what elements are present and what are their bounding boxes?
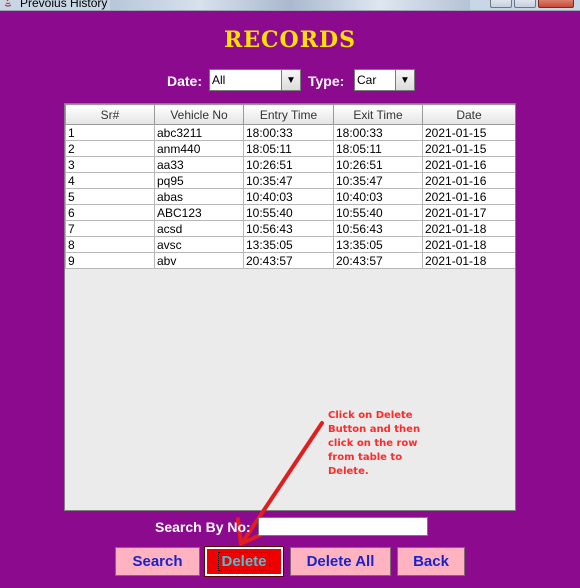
table-cell: 6 <box>65 204 155 221</box>
table-cell: 2021-01-18 <box>422 236 515 253</box>
close-button[interactable] <box>538 0 574 8</box>
search-by-no-label: Search By No: <box>155 519 251 535</box>
table-cell: aa33 <box>154 156 244 173</box>
table-cell: 13:35:05 <box>333 236 423 253</box>
title-bar-background <box>110 0 470 10</box>
delete-button[interactable]: Delete <box>204 546 284 577</box>
delete-button-label: Delete <box>218 552 270 571</box>
table-cell: abc3211 <box>154 124 244 141</box>
table-cell: 10:40:03 <box>243 188 334 205</box>
window-controls <box>490 0 574 8</box>
column-header-vehicle-no[interactable]: Vehicle No <box>154 104 244 125</box>
table-cell: 10:35:47 <box>333 172 423 189</box>
table-cell: abv <box>154 252 244 269</box>
delete-all-button[interactable]: Delete All <box>290 547 391 576</box>
column-header-entry-time[interactable]: Entry Time <box>243 104 334 125</box>
table-cell: 18:00:33 <box>243 124 334 141</box>
search-by-no-input[interactable] <box>258 517 428 536</box>
column-header-exit-time[interactable]: Exit Time <box>333 104 423 125</box>
table-cell: 10:56:43 <box>333 220 423 237</box>
table-cell: 13:35:05 <box>243 236 334 253</box>
table-cell: 5 <box>65 188 155 205</box>
table-cell: 2021-01-18 <box>422 252 515 269</box>
table-row[interactable]: 3 aa33 10:26:51 10:26:51 2021-01-16 <box>65 156 515 173</box>
date-filter-value: All <box>212 73 226 87</box>
table-row[interactable]: 2 anm440 18:05:11 18:05:11 2021-01-15 <box>65 140 515 157</box>
table-cell: 20:43:57 <box>243 252 334 269</box>
table-cell: 1 <box>65 124 155 141</box>
table-cell: 7 <box>65 220 155 237</box>
table-cell: 10:55:40 <box>333 204 423 221</box>
chevron-down-icon[interactable]: ▼ <box>395 70 414 90</box>
table-row[interactable]: 5 abas 10:40:03 10:40:03 2021-01-16 <box>65 188 515 205</box>
date-filter-select[interactable]: All ▼ <box>209 69 301 91</box>
table-row[interactable]: 6 ABC123 10:55:40 10:55:40 2021-01-17 <box>65 204 515 221</box>
title-bar: Prevoius History <box>0 0 580 11</box>
table-row[interactable]: 1 abc3211 18:00:33 18:00:33 2021-01-15 <box>65 124 515 141</box>
records-table-container[interactable]: Sr# Vehicle No Entry Time Exit Time Date… <box>64 103 516 511</box>
instruction-annotation: Click on Delete Button and then click on… <box>328 410 421 477</box>
maximize-button[interactable] <box>514 0 536 8</box>
date-filter-label: Date: <box>167 73 203 89</box>
table-cell: 18:05:11 <box>243 140 334 157</box>
table-cell: abas <box>154 188 244 205</box>
table-cell: 4 <box>65 172 155 189</box>
table-cell: 2021-01-16 <box>422 156 515 173</box>
table-cell: 2021-01-16 <box>422 188 515 205</box>
table-cell: 10:55:40 <box>243 204 334 221</box>
table-header-row: Sr# Vehicle No Entry Time Exit Time Date <box>65 104 515 125</box>
records-table: Sr# Vehicle No Entry Time Exit Time Date… <box>65 104 515 269</box>
table-cell: 2021-01-15 <box>422 124 515 141</box>
column-header-date[interactable]: Date <box>422 104 515 125</box>
table-cell: anm440 <box>154 140 244 157</box>
table-cell: 18:00:33 <box>333 124 423 141</box>
table-cell: pq95 <box>154 172 244 189</box>
type-filter-select[interactable]: Car ▼ <box>354 69 415 91</box>
table-cell: 10:26:51 <box>243 156 334 173</box>
table-cell: 8 <box>65 236 155 253</box>
column-header-sr[interactable]: Sr# <box>65 104 155 125</box>
table-cell: 2021-01-18 <box>422 220 515 237</box>
minimize-button[interactable] <box>490 0 512 8</box>
table-cell: 2021-01-16 <box>422 172 515 189</box>
table-row[interactable]: 9 abv 20:43:57 20:43:57 2021-01-18 <box>65 252 515 269</box>
table-cell: 2021-01-17 <box>422 204 515 221</box>
page-title: RECORDS <box>224 27 356 53</box>
type-filter-value: Car <box>357 73 377 87</box>
back-button[interactable]: Back <box>397 547 465 576</box>
table-cell: 10:26:51 <box>333 156 423 173</box>
table-cell: 18:05:11 <box>333 140 423 157</box>
table-cell: 2 <box>65 140 155 157</box>
table-row[interactable]: 8 avsc 13:35:05 13:35:05 2021-01-18 <box>65 236 515 253</box>
table-cell: acsd <box>154 220 244 237</box>
table-cell: 2021-01-15 <box>422 140 515 157</box>
search-button[interactable]: Search <box>115 547 200 576</box>
table-cell: 10:40:03 <box>333 188 423 205</box>
table-cell: 20:43:57 <box>333 252 423 269</box>
java-app-icon <box>4 0 12 7</box>
type-filter-label: Type: <box>308 73 345 89</box>
table-cell: 10:56:43 <box>243 220 334 237</box>
table-cell: 9 <box>65 252 155 269</box>
table-cell: avsc <box>154 236 244 253</box>
window-title: Prevoius History <box>20 0 108 10</box>
table-row[interactable]: 4 pq95 10:35:47 10:35:47 2021-01-16 <box>65 172 515 189</box>
table-cell: 10:35:47 <box>243 172 334 189</box>
table-cell: ABC123 <box>154 204 244 221</box>
chevron-down-icon[interactable]: ▼ <box>281 70 300 90</box>
table-cell: 3 <box>65 156 155 173</box>
table-row[interactable]: 7 acsd 10:56:43 10:56:43 2021-01-18 <box>65 220 515 237</box>
